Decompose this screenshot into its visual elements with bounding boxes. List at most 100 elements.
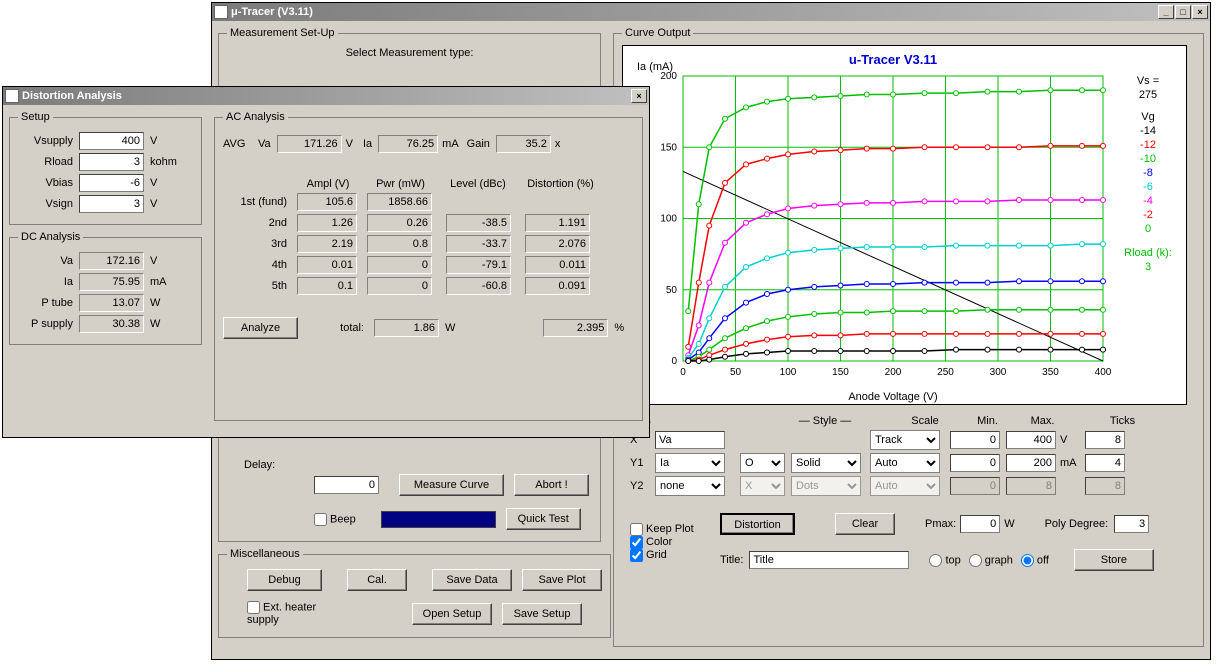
measurement-setup-legend: Measurement Set-Up [227, 27, 338, 39]
pmax-input[interactable] [960, 515, 1000, 533]
store-button[interactable]: Store [1074, 549, 1154, 571]
open-setup-button[interactable]: Open Setup [412, 603, 492, 625]
svg-text:150: 150 [832, 367, 849, 378]
close-icon[interactable]: × [1192, 5, 1208, 19]
select-measurement-label: Select Measurement type: [227, 47, 592, 59]
x-scale-select[interactable]: Track [870, 430, 940, 450]
dc-ptube-value: 13.07 [79, 294, 144, 312]
poly-label: Poly Degree: [1045, 518, 1109, 530]
poly-input[interactable] [1114, 515, 1149, 533]
gain-label: Gain [467, 138, 490, 150]
save-data-button[interactable]: Save Data [432, 569, 512, 591]
x-max-input[interactable] [1006, 431, 1056, 449]
delay-input[interactable] [314, 476, 379, 494]
dc-psup-label: P supply [18, 318, 73, 330]
title-input[interactable] [749, 551, 909, 569]
harmonic-level: -38.5 [446, 214, 511, 232]
harmonic-pwr: 0 [367, 256, 432, 274]
y1-marker-select[interactable]: O [740, 453, 785, 473]
distortion-titlebar[interactable]: Distortion Analysis × [3, 87, 649, 105]
debug-button[interactable]: Debug [247, 569, 322, 591]
svg-text:0: 0 [1145, 223, 1151, 235]
y1-scale-select[interactable]: Auto [870, 453, 940, 473]
y1-max-input[interactable] [1006, 454, 1056, 472]
save-plot-button[interactable]: Save Plot [522, 569, 602, 591]
min-header: Min. [960, 415, 1015, 427]
save-setup-button[interactable]: Save Setup [502, 603, 582, 625]
clear-button[interactable]: Clear [835, 513, 895, 535]
harmonic-dist: 0.091 [525, 277, 590, 295]
radio-graph-label[interactable]: graph [969, 554, 1013, 567]
dist-setup-legend: Setup [18, 111, 53, 123]
main-titlebar[interactable]: μ-Tracer (V3.11) _ □ × [212, 3, 1210, 21]
abort-button[interactable]: Abort ! [514, 474, 589, 496]
distortion-app-icon [5, 89, 19, 103]
svg-text:275: 275 [1139, 89, 1157, 101]
measure-curve-button[interactable]: Measure Curve [399, 474, 504, 496]
vbias-input[interactable] [79, 174, 144, 192]
y1-ticks-input[interactable] [1085, 454, 1125, 472]
keep-plot-checkbox[interactable] [630, 523, 643, 536]
keep-plot-label[interactable]: Keep Plot [630, 523, 694, 535]
rload-input[interactable] [79, 153, 144, 171]
radio-graph[interactable] [969, 554, 982, 567]
vsupply-label: Vsupply [18, 135, 73, 147]
grid-checkbox[interactable] [630, 549, 643, 562]
harmonic-row: 3rd2.190.8-33.72.076 [223, 235, 634, 253]
harmonic-pwr: 0.8 [367, 235, 432, 253]
distortion-button[interactable]: Distortion [720, 513, 795, 535]
vsign-unit: V [150, 198, 157, 210]
x-var-input[interactable] [655, 431, 725, 449]
grid-label[interactable]: Grid [630, 549, 667, 561]
vsupply-input[interactable] [79, 132, 144, 150]
quick-test-button[interactable]: Quick Test [506, 508, 581, 530]
maximize-icon[interactable]: □ [1175, 5, 1191, 19]
harmonic-name: 2nd [223, 217, 293, 229]
distortion-close-icon[interactable]: × [631, 89, 647, 103]
svg-text:50: 50 [666, 285, 678, 296]
beep-checkbox-label[interactable]: Beep [314, 513, 356, 526]
y1-var-select[interactable]: Ia [655, 453, 725, 473]
radio-top[interactable] [929, 554, 942, 567]
avg-ia-label: Ia [363, 138, 372, 150]
harmonic-ampl: 0.01 [297, 256, 357, 274]
total-dist-unit: % [614, 322, 624, 334]
curve-output-legend: Curve Output [622, 27, 693, 39]
harmonic-name: 3rd [223, 238, 293, 250]
gain-unit: x [555, 138, 561, 150]
cal-button[interactable]: Cal. [347, 569, 407, 591]
ext-heater-checkbox[interactable] [247, 601, 260, 614]
radio-off[interactable] [1021, 554, 1034, 567]
color-checkbox[interactable] [630, 536, 643, 549]
svg-text:3: 3 [1145, 261, 1151, 273]
harmonic-row: 2nd1.260.26-38.51.191 [223, 214, 634, 232]
delay-label: Delay: [244, 459, 319, 471]
vbias-label: Vbias [18, 177, 73, 189]
x-ticks-input[interactable] [1085, 431, 1125, 449]
harmonic-ampl: 105.6 [297, 193, 357, 211]
vsupply-unit: V [150, 135, 157, 147]
ext-heater-label[interactable]: Ext. heater supply [247, 601, 327, 626]
analyze-button[interactable]: Analyze [223, 317, 298, 339]
radio-off-label[interactable]: off [1021, 554, 1049, 567]
harmonic-pwr: 0.26 [367, 214, 432, 232]
color-label[interactable]: Color [630, 536, 672, 548]
radio-top-label[interactable]: top [929, 554, 960, 567]
y2-ticks-input [1085, 477, 1125, 495]
vsign-input[interactable] [79, 195, 144, 213]
vbias-unit: V [150, 177, 157, 189]
y1-min-input[interactable] [950, 454, 1000, 472]
svg-text:Anode Voltage (V): Anode Voltage (V) [848, 391, 937, 403]
minimize-icon[interactable]: _ [1158, 5, 1174, 19]
svg-text:Vs =: Vs = [1137, 75, 1159, 87]
y2-var-select[interactable]: none [655, 476, 725, 496]
svg-text:400: 400 [1095, 367, 1112, 378]
total-pwr-value: 1.86 [374, 319, 439, 337]
beep-checkbox[interactable] [314, 513, 327, 526]
harmonic-dist: 0.011 [525, 256, 590, 274]
harmonic-row: 1st (fund)105.61858.66 [223, 193, 634, 211]
dc-ia-value: 75.95 [79, 273, 144, 291]
svg-text:150: 150 [660, 142, 677, 153]
y1-line-select[interactable]: Solid [791, 453, 861, 473]
x-min-input[interactable] [950, 431, 1000, 449]
